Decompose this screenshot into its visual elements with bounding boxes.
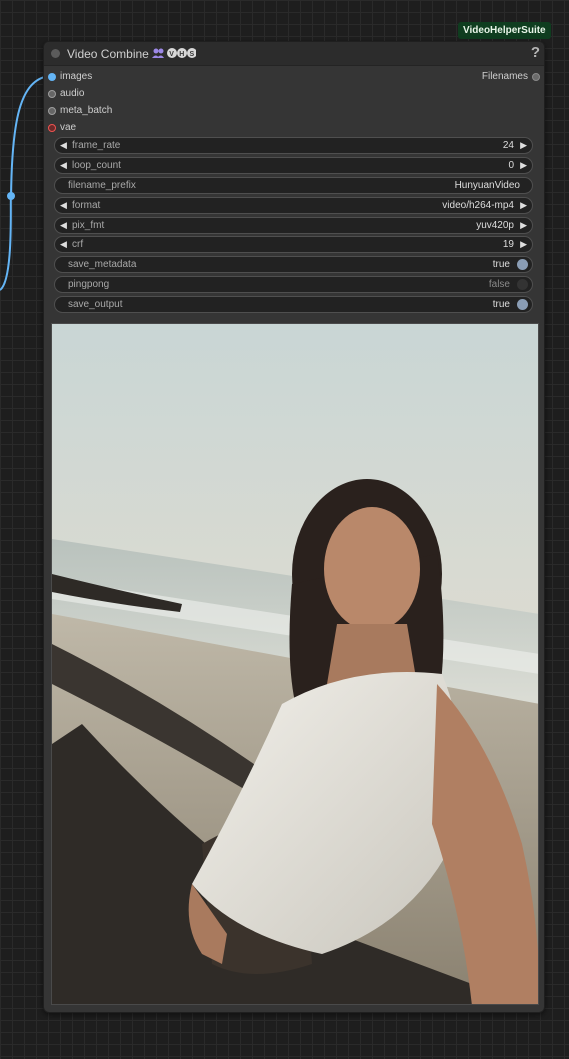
widget-value[interactable]: 24 bbox=[503, 138, 514, 153]
filenames-socket-icon[interactable] bbox=[532, 73, 540, 81]
video-preview[interactable] bbox=[51, 323, 539, 1005]
decrement-arrow-icon[interactable]: ◀ bbox=[60, 158, 67, 173]
previous-arrow-icon[interactable]: ◀ bbox=[60, 198, 67, 213]
increment-arrow-icon[interactable]: ▶ bbox=[520, 237, 527, 252]
widget-name: frame_rate bbox=[72, 140, 121, 151]
widget-save-metadata[interactable]: save_metadata true bbox=[54, 256, 533, 273]
svg-text:S: S bbox=[190, 51, 195, 58]
decrement-arrow-icon[interactable]: ◀ bbox=[60, 237, 67, 252]
increment-arrow-icon[interactable]: ▶ bbox=[520, 158, 527, 173]
images-socket-icon[interactable] bbox=[48, 73, 56, 81]
widget-name: pix_fmt bbox=[72, 220, 105, 231]
previous-arrow-icon[interactable]: ◀ bbox=[60, 218, 67, 233]
node-title-bar[interactable]: Video Combine V H S ? bbox=[44, 42, 544, 66]
output-slot-filenames[interactable]: Filenames bbox=[462, 69, 542, 85]
widget-value: false bbox=[488, 279, 510, 290]
input-label: vae bbox=[60, 122, 77, 133]
input-label: meta_batch bbox=[60, 105, 113, 116]
widget-loop-count[interactable]: ◀ loop_count 0 ▶ bbox=[54, 157, 533, 174]
svg-text:H: H bbox=[179, 51, 184, 58]
widget-name: save_output bbox=[68, 299, 123, 310]
vhs-logo-icon: V H S bbox=[152, 48, 196, 58]
widget-name: save_metadata bbox=[68, 259, 137, 270]
widget-frame-rate[interactable]: ◀ frame_rate 24 ▶ bbox=[54, 137, 533, 154]
toggle-knob-icon[interactable] bbox=[517, 279, 528, 290]
widget-filename-prefix[interactable]: filename_prefix HunyuanVideo bbox=[54, 177, 533, 194]
input-label: audio bbox=[60, 88, 85, 99]
video-preview-frame bbox=[52, 324, 538, 1004]
node-title: Video Combine bbox=[67, 47, 149, 61]
next-arrow-icon[interactable]: ▶ bbox=[520, 218, 527, 233]
widget-pingpong[interactable]: pingpong false bbox=[54, 276, 533, 293]
next-arrow-icon[interactable]: ▶ bbox=[520, 198, 527, 213]
widget-name: filename_prefix bbox=[68, 180, 136, 191]
widget-format[interactable]: ◀ format video/h264-mp4 ▶ bbox=[54, 197, 533, 214]
widget-value: true bbox=[492, 299, 510, 310]
widget-name: crf bbox=[72, 239, 84, 250]
widget-value[interactable]: 0 bbox=[508, 158, 514, 173]
widget-name: format bbox=[72, 200, 101, 211]
widget-value[interactable]: HunyuanVideo bbox=[455, 178, 520, 193]
output-label: Filenames bbox=[481, 71, 528, 82]
audio-socket-icon[interactable] bbox=[48, 90, 56, 98]
group-badge[interactable]: VideoHelperSuite bbox=[458, 22, 551, 39]
widget-value[interactable]: yuv420p bbox=[476, 218, 514, 233]
widget-value: true bbox=[492, 259, 510, 270]
help-icon[interactable]: ? bbox=[531, 44, 540, 61]
meta-batch-socket-icon[interactable] bbox=[48, 107, 56, 115]
collapse-dot-icon[interactable] bbox=[51, 49, 60, 58]
increment-arrow-icon[interactable]: ▶ bbox=[520, 138, 527, 153]
decrement-arrow-icon[interactable]: ◀ bbox=[60, 138, 67, 153]
toggle-knob-icon[interactable] bbox=[517, 259, 528, 270]
widget-value[interactable]: 19 bbox=[503, 237, 514, 252]
widget-value[interactable]: video/h264-mp4 bbox=[442, 198, 514, 213]
svg-text:V: V bbox=[169, 51, 174, 58]
widget-save-output[interactable]: save_output true bbox=[54, 296, 533, 313]
widget-name: loop_count bbox=[72, 160, 121, 171]
video-combine-node[interactable]: Video Combine V H S ? images audio meta_… bbox=[43, 41, 545, 1013]
widget-name: pingpong bbox=[68, 279, 110, 290]
toggle-knob-icon[interactable] bbox=[517, 299, 528, 310]
widget-pix-fmt[interactable]: ◀ pix_fmt yuv420p ▶ bbox=[54, 217, 533, 234]
vae-socket-icon[interactable] bbox=[48, 124, 56, 132]
input-label: images bbox=[60, 71, 93, 82]
widget-crf[interactable]: ◀ crf 19 ▶ bbox=[54, 236, 533, 253]
